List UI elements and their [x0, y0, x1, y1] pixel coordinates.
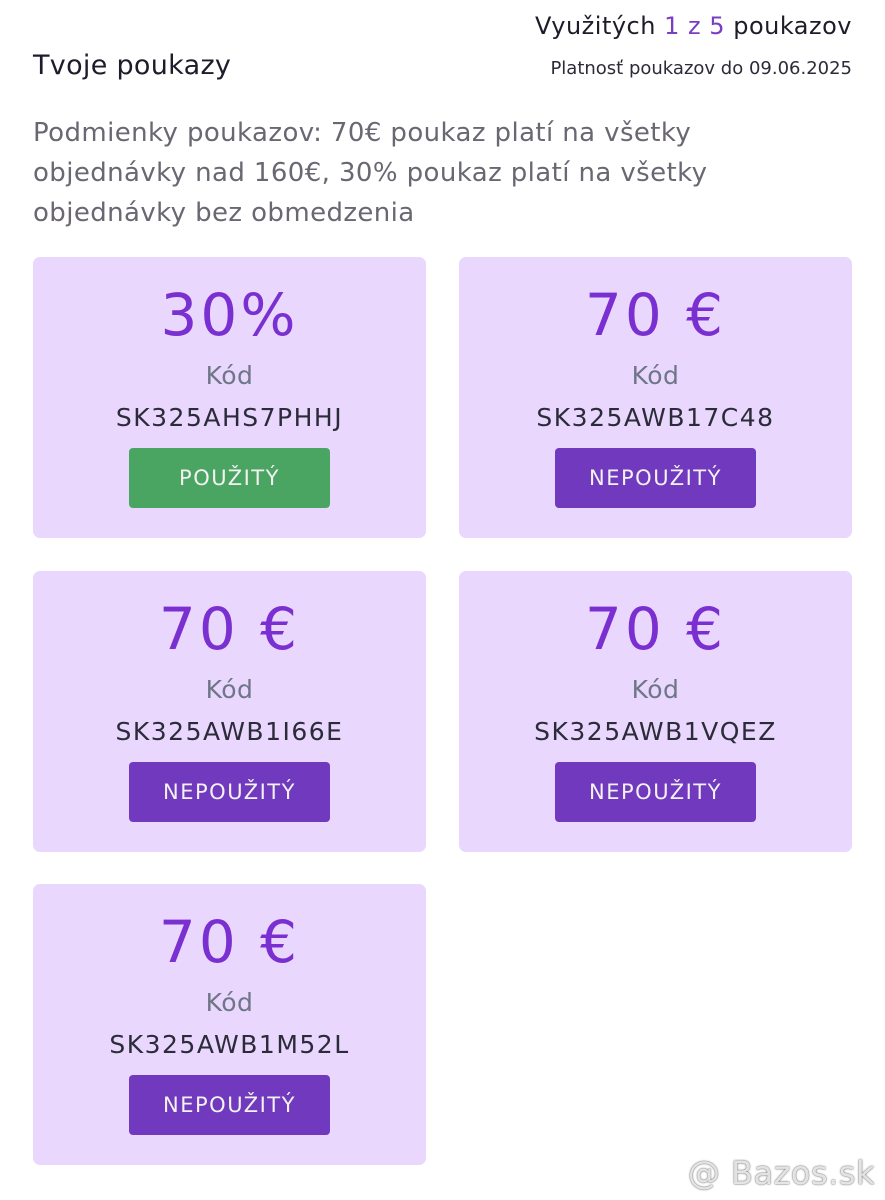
voucher-code[interactable]: SK325AWB1I66E	[33, 717, 426, 746]
header: Tvoje poukazy Využitých 1 z 5 poukazov P…	[0, 0, 885, 110]
voucher-status-button[interactable]: POUŽITÝ	[129, 448, 330, 508]
voucher-conditions: Podmienky poukazov: 70€ poukaz platí na …	[33, 118, 708, 228]
voucher-code-label: Kód	[631, 675, 680, 704]
voucher-card: 70 € Kód SK325AWB1VQEZ NEPOUŽITÝ	[459, 571, 852, 852]
voucher-code[interactable]: SK325AWB17C48	[459, 403, 852, 432]
usage-of: z	[688, 12, 702, 40]
usage-total-count: 5	[709, 12, 726, 40]
voucher-code-label: Kód	[205, 675, 254, 704]
voucher-code[interactable]: SK325AHS7PHHJ	[33, 403, 426, 432]
voucher-status-button[interactable]: NEPOUŽITÝ	[129, 1075, 330, 1135]
voucher-status-button[interactable]: NEPOUŽITÝ	[555, 448, 756, 508]
voucher-code-label: Kód	[631, 361, 680, 390]
usage-used-count: 1	[664, 12, 680, 40]
voucher-code-label: Kód	[205, 361, 254, 390]
usage-prefix: Využitých	[534, 12, 656, 40]
voucher-value: 70 €	[158, 908, 301, 976]
voucher-card: 70 € Kód SK325AWB1M52L NEPOUŽITÝ	[33, 884, 426, 1165]
bazos-watermark: @ Bazos.sk	[687, 1154, 875, 1192]
validity-date: Platnosť poukazov do 09.06.2025	[550, 58, 852, 79]
voucher-card: 30% Kód SK325AHS7PHHJ POUŽITÝ	[33, 257, 426, 538]
usage-suffix: poukazov	[733, 12, 852, 40]
usage-summary: Využitých 1 z 5 poukazov	[535, 12, 852, 40]
voucher-code[interactable]: SK325AWB1VQEZ	[459, 717, 852, 746]
page-title: Tvoje poukazy	[33, 50, 232, 81]
voucher-status-button[interactable]: NEPOUŽITÝ	[129, 762, 330, 822]
voucher-code[interactable]: SK325AWB1M52L	[33, 1030, 426, 1059]
voucher-card: 70 € Kód SK325AWB1I66E NEPOUŽITÝ	[33, 571, 426, 852]
voucher-value: 30%	[160, 281, 299, 349]
voucher-status-button[interactable]: NEPOUŽITÝ	[555, 762, 756, 822]
voucher-card: 70 € Kód SK325AWB17C48 NEPOUŽITÝ	[459, 257, 852, 538]
voucher-code-label: Kód	[205, 988, 254, 1017]
voucher-value: 70 €	[584, 595, 727, 663]
voucher-value: 70 €	[584, 281, 727, 349]
voucher-value: 70 €	[158, 595, 301, 663]
